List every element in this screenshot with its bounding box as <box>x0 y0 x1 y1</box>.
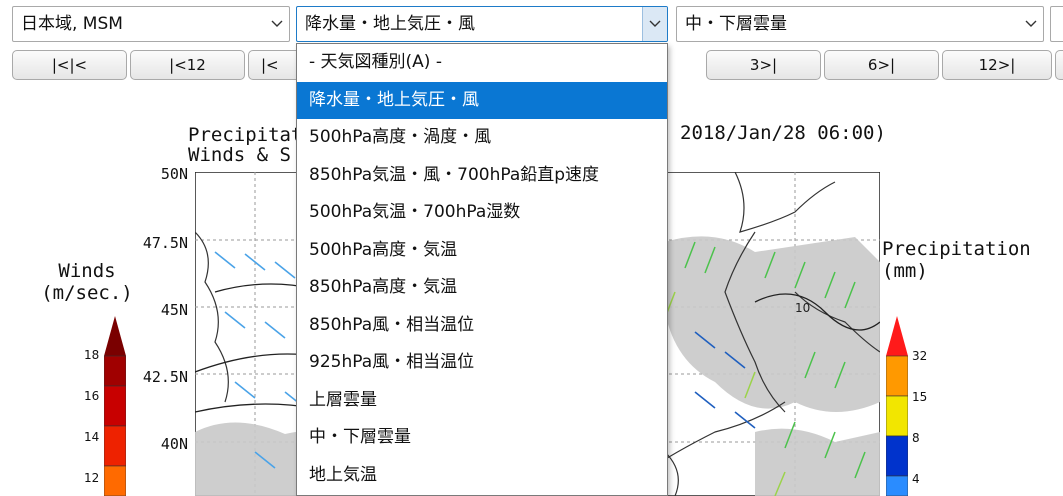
dropdown-item[interactable]: - 天気図種別(A) - <box>297 44 667 82</box>
dropdown-item[interactable]: 中・下層雲量 <box>297 419 667 457</box>
dropdown-item[interactable]: 500hPa気温・700hPa湿数 <box>297 194 667 232</box>
first-frame-button[interactable]: |<|< <box>12 50 127 80</box>
dropdown-item[interactable]: 850hPa気温・風・700hPa鉛直p速度 <box>297 157 667 195</box>
dropdown-item[interactable]: 850hPa風・相当温位 <box>297 307 667 345</box>
wind-tick-18: 18 <box>84 348 100 362</box>
isobar-label: 10 <box>795 301 810 315</box>
wind-tick-12: 12 <box>84 471 100 485</box>
lat-label-40n: 40N <box>160 435 188 453</box>
precip-tick-8: 8 <box>912 431 920 445</box>
chart-title-line1: Precipitati <box>188 124 314 146</box>
back-12-button[interactable]: |<12 <box>130 50 245 80</box>
precip-tick-4: 4 <box>912 472 920 486</box>
wind-color-bar <box>104 316 126 496</box>
region-select-value: 日本域, MSM <box>21 14 123 34</box>
secondary-select[interactable]: 中・下層雲量 <box>676 6 1044 42</box>
dropdown-item[interactable]: 上層雲量 <box>297 382 667 420</box>
dropdown-item[interactable]: 925hPa風・相当温位 <box>297 344 667 382</box>
chart-title-line2: Winds & S <box>188 144 291 166</box>
chart-valid-time: 2018/Jan/28 06:00) <box>680 122 886 144</box>
precip-tick-15: 15 <box>912 390 928 404</box>
precip-legend-title: Precipitation (mm) <box>882 238 1031 282</box>
wind-tick-16: 16 <box>84 389 100 403</box>
wind-legend-title: Winds (m/sec.) <box>41 260 133 304</box>
chevron-down-icon <box>642 7 667 41</box>
precip-tick-32: 32 <box>912 349 928 363</box>
forward-6-button[interactable]: 6>| <box>824 50 939 80</box>
region-select[interactable]: 日本域, MSM <box>12 6 290 42</box>
product-select[interactable]: 降水量・地上気圧・風 <box>296 6 668 42</box>
extra-select[interactable] <box>1050 6 1063 42</box>
dropdown-item[interactable]: 地上気温 <box>297 457 667 495</box>
lat-label-42-5n: 42.5N <box>142 368 188 386</box>
dropdown-item-selected[interactable]: 降水量・地上気圧・風 <box>297 81 667 119</box>
dropdown-item[interactable]: 500hPa高度・気温 <box>297 232 667 270</box>
dropdown-item[interactable]: 850hPa高度・気温 <box>297 269 667 307</box>
chevron-down-icon <box>1019 7 1043 41</box>
forward-extra-button[interactable] <box>1055 50 1063 80</box>
lat-label-47-5n: 47.5N <box>142 234 188 252</box>
lat-label-50n: 50N <box>160 165 188 183</box>
wind-tick-14: 14 <box>84 430 100 444</box>
product-dropdown-list: - 天気図種別(A) - 降水量・地上気圧・風 500hPa高度・渦度・風 85… <box>296 43 668 496</box>
forward-12-button[interactable]: 12>| <box>942 50 1052 80</box>
secondary-select-value: 中・下層雲量 <box>685 14 787 34</box>
product-select-value: 降水量・地上気圧・風 <box>305 14 475 34</box>
precip-color-bar <box>886 316 908 496</box>
forward-3-button[interactable]: 3>| <box>706 50 821 80</box>
chevron-down-icon <box>265 7 289 41</box>
dropdown-item[interactable]: 500hPa高度・渦度・風 <box>297 119 667 157</box>
